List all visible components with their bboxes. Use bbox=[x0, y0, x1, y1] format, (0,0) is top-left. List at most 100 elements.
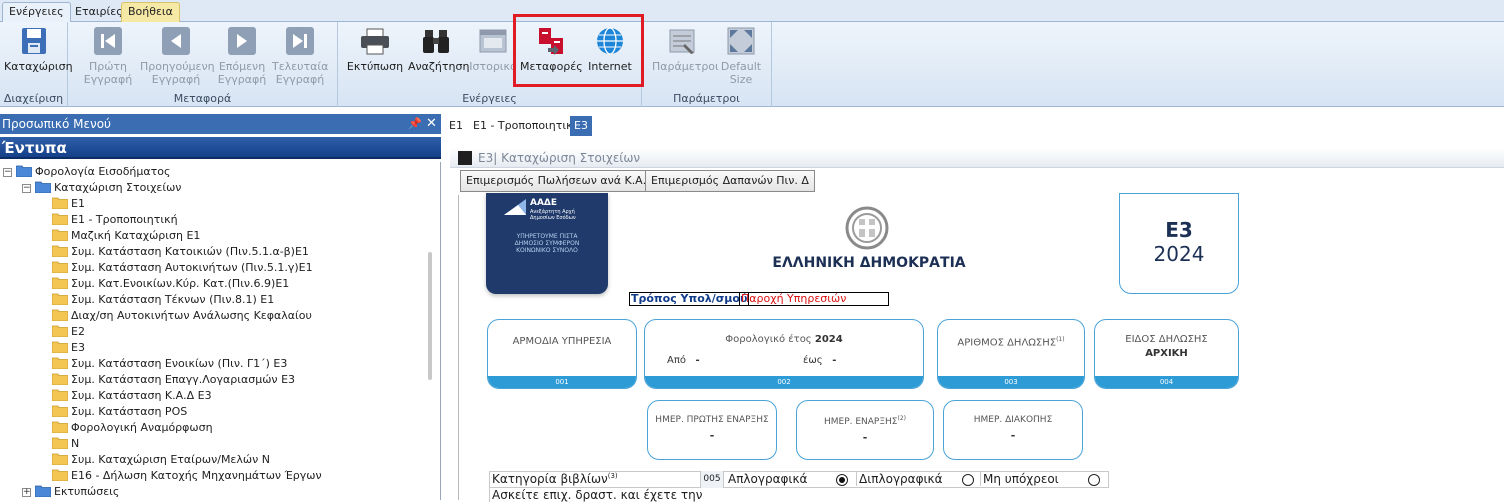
tree-item[interactable]: Φορολογία Εισοδήματος bbox=[16, 164, 170, 180]
folder-icon bbox=[52, 325, 68, 337]
tree-scrollbar[interactable] bbox=[428, 252, 432, 380]
folder-icon bbox=[52, 309, 68, 321]
tree-item[interactable]: Συμ. Κατ.Ενοικίων.Κύρ. Κατ.(Πιν.6.9)Ε1 bbox=[52, 276, 289, 292]
folder-icon bbox=[52, 469, 68, 481]
tree-item[interactable]: Καταχώριση Στοιχείων bbox=[35, 180, 181, 196]
tree-item[interactable]: Συμ. Καταχώριση Εταίρων/Μελών Ν bbox=[52, 452, 270, 468]
doc-tab-e3[interactable]: Ε3 bbox=[570, 116, 592, 136]
save-button[interactable]: Καταχώριση bbox=[4, 26, 73, 73]
tree-item-label: Ν bbox=[71, 437, 80, 450]
next-record-button[interactable]: Επόμενη Εγγραφή bbox=[214, 26, 270, 86]
folder-icon bbox=[52, 437, 68, 449]
print-button[interactable]: Εκτύπωση bbox=[344, 26, 406, 73]
form-year: 2024 bbox=[1153, 242, 1205, 266]
tree-item-label: Φορολογία Εισοδήματος bbox=[35, 165, 171, 178]
tree-item[interactable]: Ε3 bbox=[52, 340, 85, 356]
books-radio-simple[interactable] bbox=[836, 474, 848, 486]
tab-help[interactable]: Βοήθεια bbox=[121, 2, 180, 22]
declaration-number-label: ΑΡΙΘΜΟΣ ΔΗΛΩΣΗΣ bbox=[957, 337, 1057, 349]
tree-item[interactable]: Εκτυπώσεις bbox=[35, 484, 119, 500]
tree-expander-icon[interactable]: + bbox=[22, 488, 31, 497]
history-label: Ιστορικό bbox=[469, 60, 517, 73]
tree-item-label: Συμ. Καταχώριση Εταίρων/Μελών Ν bbox=[71, 453, 270, 466]
group-management: Καταχώριση Διαχείριση bbox=[0, 22, 73, 107]
tree-item[interactable]: Μαζική Καταχώριση Ε1 bbox=[52, 228, 200, 244]
doc-tab-e1-amend[interactable]: Ε1 - Τροποποιητική bbox=[469, 116, 584, 136]
aade-subtitle-2: Δημοσίων Εσόδων bbox=[530, 215, 576, 221]
books-radio-none[interactable] bbox=[1088, 474, 1100, 486]
to-label: έως bbox=[803, 355, 823, 366]
tree-item[interactable]: Ε1 bbox=[52, 196, 85, 212]
last-record-icon bbox=[286, 27, 314, 55]
tree-item[interactable]: Συμ. Κατάσταση Κ.Α.Δ Ε3 bbox=[52, 388, 212, 404]
form-icon bbox=[458, 151, 472, 165]
aade-motto-1: ΥΠΗΡΕΤΟΥΜΕ ΠΙΣΤΑ bbox=[516, 233, 578, 240]
ribbon: Καταχώριση Διαχείριση Πρώτη Εγγραφή Προη… bbox=[0, 22, 1504, 107]
search-button[interactable]: Αναζήτηση bbox=[408, 26, 469, 73]
tree-item[interactable]: Συμ. Κατάσταση Κατοικιών (Πιν.5.1.α-β)Ε1 bbox=[52, 244, 309, 260]
books-radio-double[interactable] bbox=[962, 474, 974, 486]
globe-icon bbox=[597, 27, 623, 55]
first-start-date-value: - bbox=[709, 429, 715, 442]
folder-icon bbox=[52, 229, 68, 241]
box-003-number: 003 bbox=[938, 376, 1084, 388]
tree-item[interactable]: Συμ. Κατάσταση Επαγγ.Λογαριασμών Ε3 bbox=[52, 372, 295, 388]
previous-record-icon bbox=[162, 27, 190, 55]
tree-item[interactable]: Συμ. Κατάσταση Αυτοκινήτων (Πιν.5.1.γ)Ε1 bbox=[52, 260, 313, 276]
tree-item[interactable]: Συμ. Κατάσταση Τέκνων (Πιν.8.1) Ε1 bbox=[52, 292, 274, 308]
doc-tab-e1[interactable]: Ε1 bbox=[445, 116, 467, 136]
folder-icon bbox=[52, 421, 68, 433]
default-size-button[interactable]: Default Size bbox=[716, 26, 766, 86]
tab-actions[interactable]: Ενέργειες bbox=[2, 2, 71, 23]
save-label: Καταχώριση bbox=[4, 60, 73, 73]
tree-item-label: Ε3 bbox=[71, 341, 85, 354]
next-record-label: Επόμενη Εγγραφή bbox=[217, 60, 267, 86]
expenses-allocation-button[interactable]: Επιμερισμός Δαπανών Πιν. Δ bbox=[645, 170, 815, 192]
tree-item[interactable]: Ε16 - Δήλωση Κατοχής Μηχανημάτων Έργων bbox=[52, 468, 322, 484]
tree-expander-icon[interactable]: − bbox=[3, 168, 12, 177]
stop-date-value: - bbox=[1010, 429, 1016, 442]
tree-item[interactable]: Ε2 bbox=[52, 324, 85, 340]
folder-icon bbox=[52, 277, 68, 289]
greek-emblem-icon bbox=[845, 206, 889, 250]
pin-icon[interactable]: 📌 bbox=[408, 114, 422, 134]
group-actions-label: Ενέργειες bbox=[462, 92, 517, 105]
document-tabs: Ε1 Ε1 - Τροποποιητική Ε3 bbox=[445, 116, 1504, 136]
tree-item-label: Εκτυπώσεις bbox=[54, 485, 120, 498]
box-first-start-date[interactable]: ΗΜΕΡ. ΠΡΩΤΗΣ ΕΝΑΡΞΗΣ - bbox=[647, 400, 777, 460]
first-record-label: Πρώτη Εγγραφή bbox=[83, 60, 133, 86]
tree-expander-icon[interactable]: − bbox=[22, 184, 31, 193]
transfers-button[interactable]: Μεταφορές bbox=[520, 26, 583, 73]
box-stop-date[interactable]: ΗΜΕΡ. ΔΙΑΚΟΠΗΣ - bbox=[943, 400, 1083, 460]
box-start-date[interactable]: ΗΜΕΡ. ΕΝΑΡΞΗΣ(2) - bbox=[796, 400, 934, 460]
group-navigation-label: Μεταφορά bbox=[173, 92, 232, 105]
first-start-date-label: ΗΜΕΡ. ΠΡΩΤΗΣ ΕΝΑΡΞΗΣ bbox=[655, 415, 769, 425]
box-declaration-number[interactable]: ΑΡΙΘΜΟΣ ΔΗΛΩΣΗΣ(1) 003 bbox=[937, 319, 1085, 389]
declaration-type-value: ΑΡΧΙΚΗ bbox=[1145, 348, 1188, 359]
close-icon[interactable]: ✕ bbox=[426, 114, 437, 134]
last-record-button[interactable]: Τελευταία Εγγραφή bbox=[272, 26, 328, 86]
tree-item[interactable]: Διαχ/ση Αυτοκινήτων Ανάλωσης Κεφαλαίου bbox=[52, 308, 312, 324]
e3-form: ΑΑΔΕ Ανεξάρτητη Αρχή Δημοσίων Εσόδων ΥΠΗ… bbox=[458, 193, 1504, 502]
first-record-button[interactable]: Πρώτη Εγγραφή bbox=[80, 26, 136, 86]
history-button[interactable]: Ιστορικό bbox=[468, 26, 518, 73]
parameters-button[interactable]: Παράμετροι bbox=[652, 26, 719, 73]
calc-mode-value[interactable]: Παροχή Υπηρεσιών bbox=[739, 292, 889, 306]
settings-icon bbox=[669, 29, 695, 54]
tree-item[interactable]: Ν bbox=[52, 436, 79, 452]
tree-item[interactable]: Ε1 - Τροποποιητική bbox=[52, 212, 178, 228]
previous-record-button[interactable]: Προηγούμενη Εγγραφή bbox=[140, 26, 215, 86]
tree-item[interactable]: Συμ. Κατάσταση Ενοικίων (Πιν. Γ1΄) Ε3 bbox=[52, 356, 287, 372]
tree-item[interactable]: Συμ. Κατάσταση POS bbox=[52, 404, 187, 420]
tree-item[interactable]: Φορολογική Αναμόρφωση bbox=[52, 420, 213, 436]
box-tax-year[interactable]: Φορολογικό έτος 2024 Από - έως - 002 bbox=[644, 319, 924, 389]
box-declaration-type[interactable]: ΕΙΔΟΣ ΔΗΛΩΣΗΣ ΑΡΧΙΚΗ 004 bbox=[1094, 319, 1239, 389]
start-date-value: - bbox=[862, 431, 868, 444]
folder-icon bbox=[52, 341, 68, 353]
box-002-number: 002 bbox=[645, 376, 923, 388]
box-competent-service[interactable]: ΑΡΜΟΔΙΑ ΥΠΗΡΕΣΙΑ 001 bbox=[487, 319, 637, 389]
internet-button[interactable]: Internet bbox=[584, 26, 636, 73]
tree-item-label: Ε1 bbox=[71, 197, 85, 210]
folder-icon bbox=[52, 373, 68, 385]
sales-allocation-button[interactable]: Επιμερισμός Πωλήσεων ανά Κ.Α.Δ. bbox=[460, 170, 664, 192]
